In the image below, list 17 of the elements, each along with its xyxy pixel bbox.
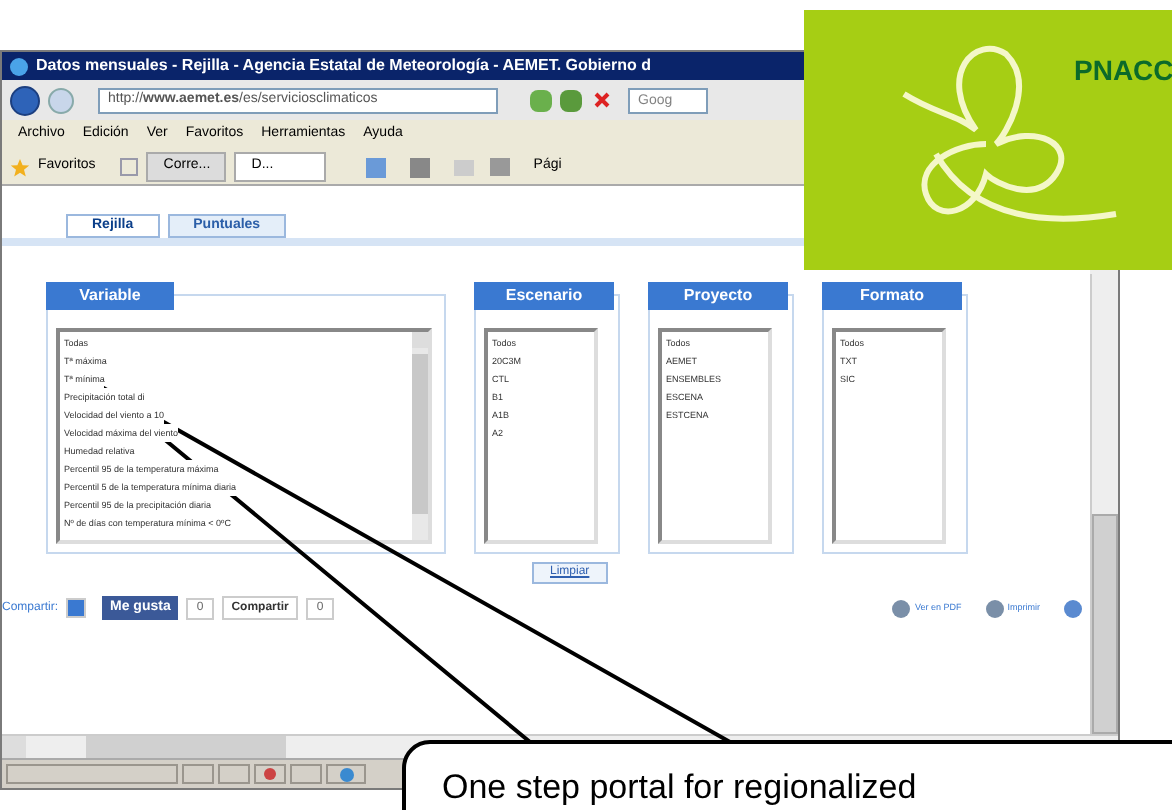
panel-title: Formato <box>822 282 962 310</box>
stop-button[interactable] <box>590 89 612 111</box>
browser-icon <box>10 57 28 75</box>
window-title: Datos mensuales - Rejilla - Agencia Estatal de Meteorología - AEMET. Gobierno d <box>36 54 651 78</box>
panel-title: Escenario <box>474 282 614 310</box>
tab-grid-icon[interactable] <box>119 158 138 176</box>
back-button[interactable] <box>10 85 40 115</box>
panel-title: Variable <box>46 282 174 310</box>
callout-text: One step portal for regionalized <box>442 768 917 808</box>
vertical-scrollbar[interactable] <box>1090 274 1118 734</box>
scrollbar[interactable] <box>412 332 428 540</box>
forward-button[interactable] <box>48 87 74 113</box>
star-icon <box>10 157 30 177</box>
globe-icon[interactable] <box>1064 599 1082 617</box>
option-list[interactable] <box>56 328 432 544</box>
panel-title: Proyecto <box>648 282 788 310</box>
logo-text: PNACC <box>1074 52 1172 90</box>
